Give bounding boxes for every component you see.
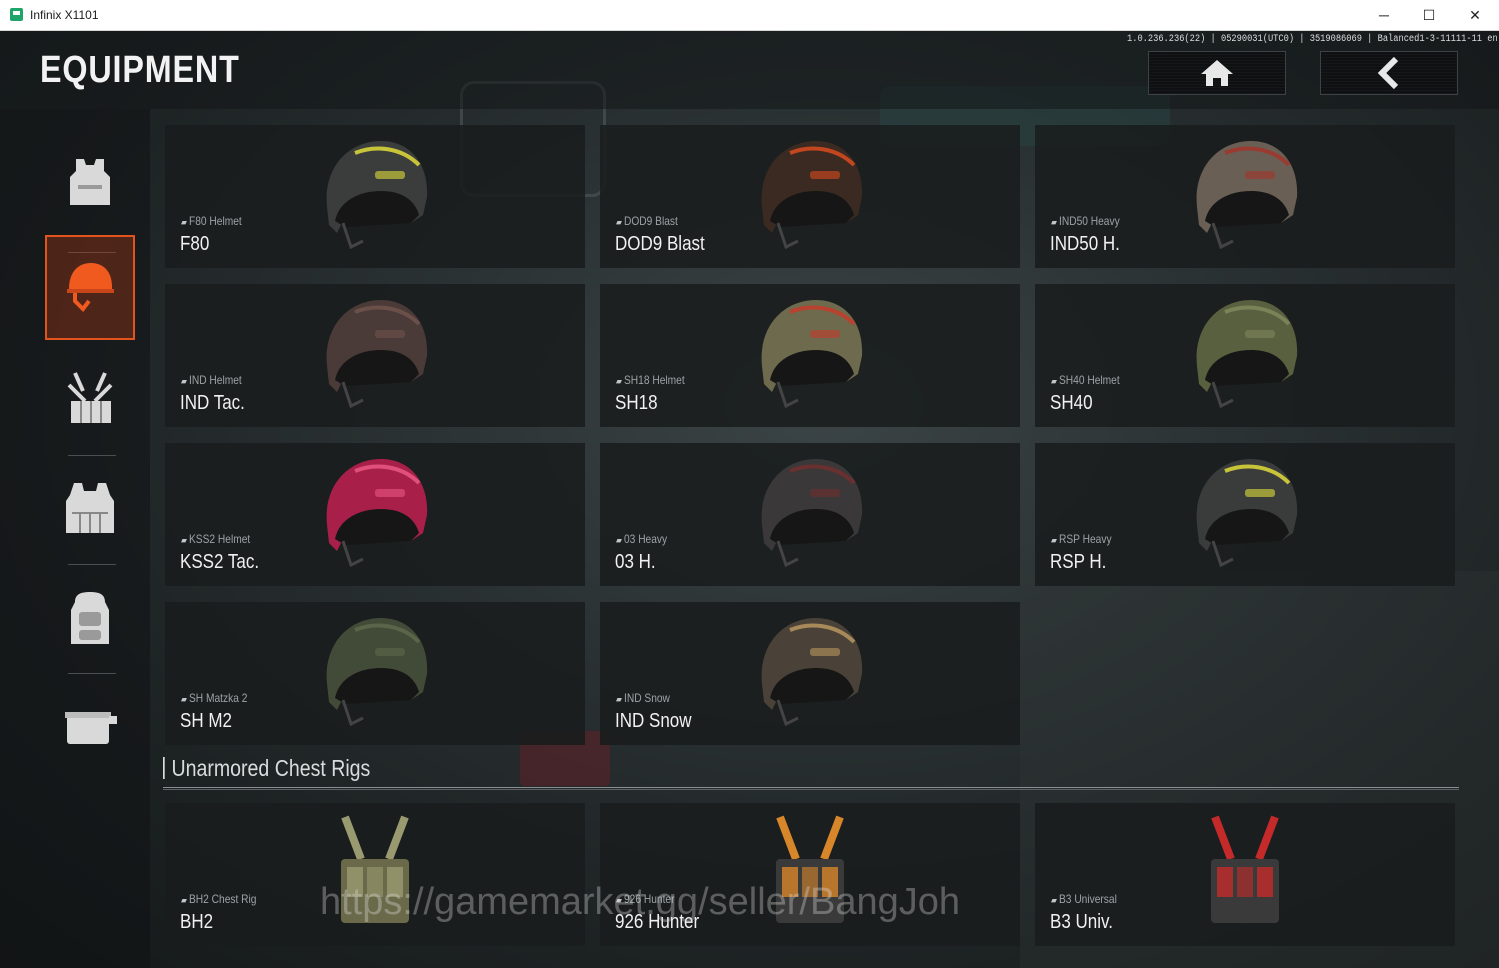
sidebar-item-helmet[interactable] [45,235,135,340]
item-category: IND50 Heavy [1051,214,1120,228]
chest-rig-card[interactable]: B3 Universal B3 Univ. [1035,803,1455,946]
item-name: SH40 [1050,392,1093,414]
chest-rig-icon [67,371,113,423]
item-name: SH18 [615,392,658,414]
item-category: B3 Universal [1051,892,1117,906]
helmet-icon [67,262,114,312]
pouch-icon [65,711,117,744]
item-category: F80 Helmet [181,214,242,228]
backpack-icon [71,591,109,644]
helmet-image [326,618,428,727]
game-viewport: EQUIPMENT 1.0.236.236(22) | 05290031(UTC… [0,31,1499,968]
helmet-card[interactable]: KSS2 Helmet KSS2 Tac. [165,443,585,586]
item-name: RSP H. [1050,551,1107,573]
item-category: IND Helmet [181,373,242,387]
home-button[interactable] [1148,51,1286,95]
helmet-card[interactable]: IND Snow IND Snow [600,602,1020,745]
section-divider [163,787,1459,790]
item-category: RSP Heavy [1051,532,1112,546]
item-category: SH Matzka 2 [181,691,247,705]
helmet-card[interactable]: RSP Heavy RSP H. [1035,443,1455,586]
sidebar-item-backpack[interactable] [45,566,135,671]
home-icon [1201,60,1233,86]
window-title: Infinix X1101 [30,8,99,22]
close-button[interactable]: ✕ [1452,0,1498,31]
item-category: BH2 Chest Rig [181,892,256,906]
sidebar-item-armored-rig[interactable] [45,456,135,561]
back-icon [1377,57,1399,89]
item-category: SH40 Helmet [1051,373,1120,387]
helmet-card[interactable]: 03 Heavy 03 H. [600,443,1020,586]
sidebar-divider [68,564,116,565]
helmet-card[interactable]: F80 Helmet F80 [165,125,585,268]
helmet-card[interactable]: IND Helmet IND Tac. [165,284,585,427]
watermark: https://gamemarket.gg/seller/BangJoh [320,881,961,923]
helmet-card[interactable]: SH18 Helmet SH18 [600,284,1020,427]
chest-rig-card[interactable]: 926 Hunter926 Hunter [600,803,1020,946]
sidebar-item-chest-rig[interactable] [45,346,135,451]
helmet-image [761,459,863,568]
app-icon [10,8,23,21]
chest-rig-card[interactable]: BH2 Chest Rig BH2 [165,803,585,946]
item-name: IND Tac. [180,392,245,414]
minimize-button[interactable]: ─ [1361,0,1407,31]
item-name: IND Snow [615,710,692,732]
build-info: 1.0.236.236(22) | 05290031(UTC0) | 35190… [1127,34,1498,45]
helmet-image [1196,141,1298,250]
sidebar-item-pouch[interactable] [45,673,135,778]
helmet-card[interactable]: SH Matzka 2 SH M2 [165,602,585,745]
helmet-image [326,300,428,409]
item-category: SH18 Helmet [616,373,685,387]
item-category: 03 Heavy [616,532,667,546]
item-name: F80 [180,233,210,255]
helmet-card[interactable]: IND50 Heavy IND50 H. [1035,125,1455,268]
maximize-button[interactable]: ☐ [1406,0,1452,31]
window-titlebar: Infinix X1101 ─ ☐ ✕ [0,0,1499,31]
item-category: IND Snow [616,691,670,705]
item-name: IND50 H. [1050,233,1120,255]
helmet-image [761,141,863,250]
body-armor-icon [70,158,110,205]
helmet-image [326,141,428,250]
helmet-image [1196,459,1298,568]
chest-rig-image [1211,815,1279,923]
item-category: DOD9 Blast [616,214,678,228]
item-name: KSS2 Tac. [180,551,260,573]
item-name: SH M2 [180,710,232,732]
page-title: EQUIPMENT [40,49,240,91]
item-name: 03 H. [615,551,656,573]
helmet-image [761,300,863,409]
helmet-image [1196,300,1298,409]
back-button[interactable] [1320,51,1458,95]
helmet-image [761,618,863,727]
helmet-card[interactable]: DOD9 Blast DOD9 Blast [600,125,1020,268]
helmet-image [326,459,428,568]
item-name: BH2 [180,911,214,933]
item-category: KSS2 Helmet [181,532,250,546]
section-title-chest-rigs: Unarmored Chest Rigs [163,755,371,782]
item-name: B3 Univ. [1050,911,1113,933]
armored-rig-icon [66,482,114,533]
helmet-card[interactable]: SH40 Helmet SH40 [1035,284,1455,427]
sidebar-item-body-armor[interactable] [45,129,135,234]
item-name: DOD9 Blast [615,233,705,255]
